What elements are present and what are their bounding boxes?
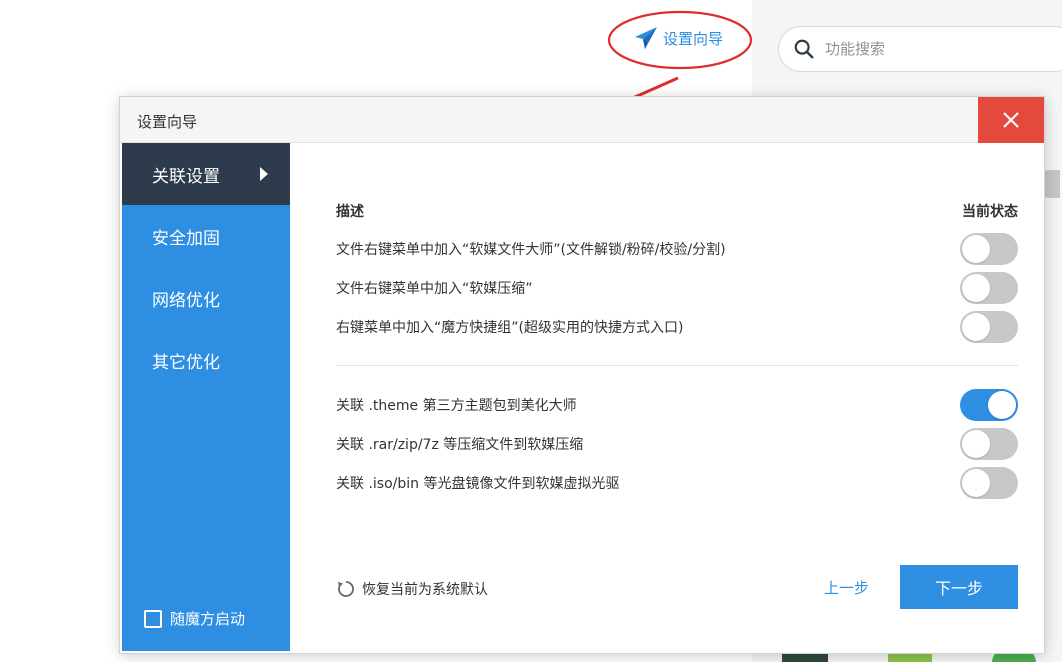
toggle-knob	[962, 235, 990, 263]
next-step-button[interactable]: 下一步	[900, 565, 1018, 609]
setting-label: 关联 .iso/bin 等光盘镜像文件到软媒虚拟光驱	[336, 476, 620, 492]
close-icon	[1003, 112, 1019, 128]
dialog-title: 设置向导	[137, 113, 198, 131]
column-header-state: 当前状态	[962, 204, 1018, 220]
checkbox-icon[interactable]	[144, 609, 162, 628]
sidebar-item-label: 安全加固	[152, 228, 220, 249]
paper-plane-icon	[635, 27, 657, 49]
settings-wizard-link[interactable]: 设置向导	[633, 24, 723, 52]
setting-label: 关联 .rar/zip/7z 等压缩文件到软媒压缩	[336, 437, 584, 453]
setting-row: 关联 .theme 第三方主题包到美化大师	[336, 389, 1018, 421]
sidebar-item-network[interactable]: 网络优化	[122, 267, 290, 329]
setting-label: 文件右键菜单中加入“软媒文件大师”(文件解锁/粉碎/校验/分割)	[336, 242, 726, 258]
toggle-switch[interactable]	[960, 311, 1018, 343]
sidebar-item-association[interactable]: 关联设置	[122, 143, 290, 205]
toggle-knob	[962, 313, 990, 341]
toggle-switch[interactable]	[960, 428, 1018, 460]
close-button[interactable]	[978, 97, 1044, 143]
screen: 设置向导 设置向导 关联设置 安全加固 网	[0, 0, 1062, 662]
sidebar-item-label: 关联设置	[152, 166, 220, 187]
toggle-switch[interactable]	[960, 467, 1018, 499]
restore-defaults-label: 恢复当前为系统默认	[362, 582, 488, 598]
setting-label: 右键菜单中加入“魔方快捷组”(超级实用的快捷方式入口)	[336, 320, 684, 336]
sidebar-item-other[interactable]: 其它优化	[122, 329, 290, 391]
dialog-content: 描述 当前状态 文件右键菜单中加入“软媒文件大师”(文件解锁/粉碎/校验/分割)…	[336, 143, 1018, 651]
setting-row: 关联 .rar/zip/7z 等压缩文件到软媒压缩	[336, 428, 1018, 460]
restore-defaults-link[interactable]: 恢复当前为系统默认	[336, 579, 488, 599]
setting-row: 右键菜单中加入“魔方快捷组”(超级实用的快捷方式入口)	[336, 311, 1018, 343]
refresh-icon	[338, 581, 354, 597]
toggle-knob	[962, 274, 990, 302]
toggle-switch[interactable]	[960, 233, 1018, 265]
setting-row: 文件右键菜单中加入“软媒压缩”	[336, 272, 1018, 304]
column-header-description: 描述	[336, 204, 364, 220]
toggle-switch[interactable]	[960, 389, 1018, 421]
settings-wizard-label: 设置向导	[663, 29, 724, 48]
sidebar-item-security[interactable]: 安全加固	[122, 205, 290, 267]
autostart-checkbox[interactable]: 随魔方启动	[144, 608, 245, 629]
dialog-sidebar: 关联设置 安全加固 网络优化 其它优化 随魔方启动	[122, 143, 290, 651]
autostart-label: 随魔方启动	[170, 610, 246, 628]
setting-label: 文件右键菜单中加入“软媒压缩”	[336, 281, 533, 297]
search-box[interactable]	[778, 26, 1062, 72]
caret-right-icon	[260, 167, 268, 181]
dialog-titlebar[interactable]: 设置向导	[120, 97, 1044, 143]
sidebar-item-label: 网络优化	[152, 290, 220, 311]
settings-wizard-dialog: 设置向导 关联设置 安全加固 网络优化 其它优化 随魔方启动 描述 当前状态 文…	[120, 97, 1044, 653]
setting-row: 关联 .iso/bin 等光盘镜像文件到软媒虚拟光驱	[336, 467, 1018, 499]
toggle-switch[interactable]	[960, 272, 1018, 304]
toggle-knob	[962, 430, 990, 458]
setting-row: 文件右键菜单中加入“软媒文件大师”(文件解锁/粉碎/校验/分割)	[336, 233, 1018, 265]
search-icon	[794, 39, 814, 59]
setting-label: 关联 .theme 第三方主题包到美化大师	[336, 398, 577, 414]
section-divider	[336, 365, 1018, 366]
toggle-knob	[962, 469, 990, 497]
previous-step-button[interactable]: 上一步	[824, 577, 869, 598]
toggle-knob	[988, 391, 1016, 419]
sidebar-item-label: 其它优化	[152, 352, 220, 373]
search-input[interactable]	[825, 40, 1045, 58]
